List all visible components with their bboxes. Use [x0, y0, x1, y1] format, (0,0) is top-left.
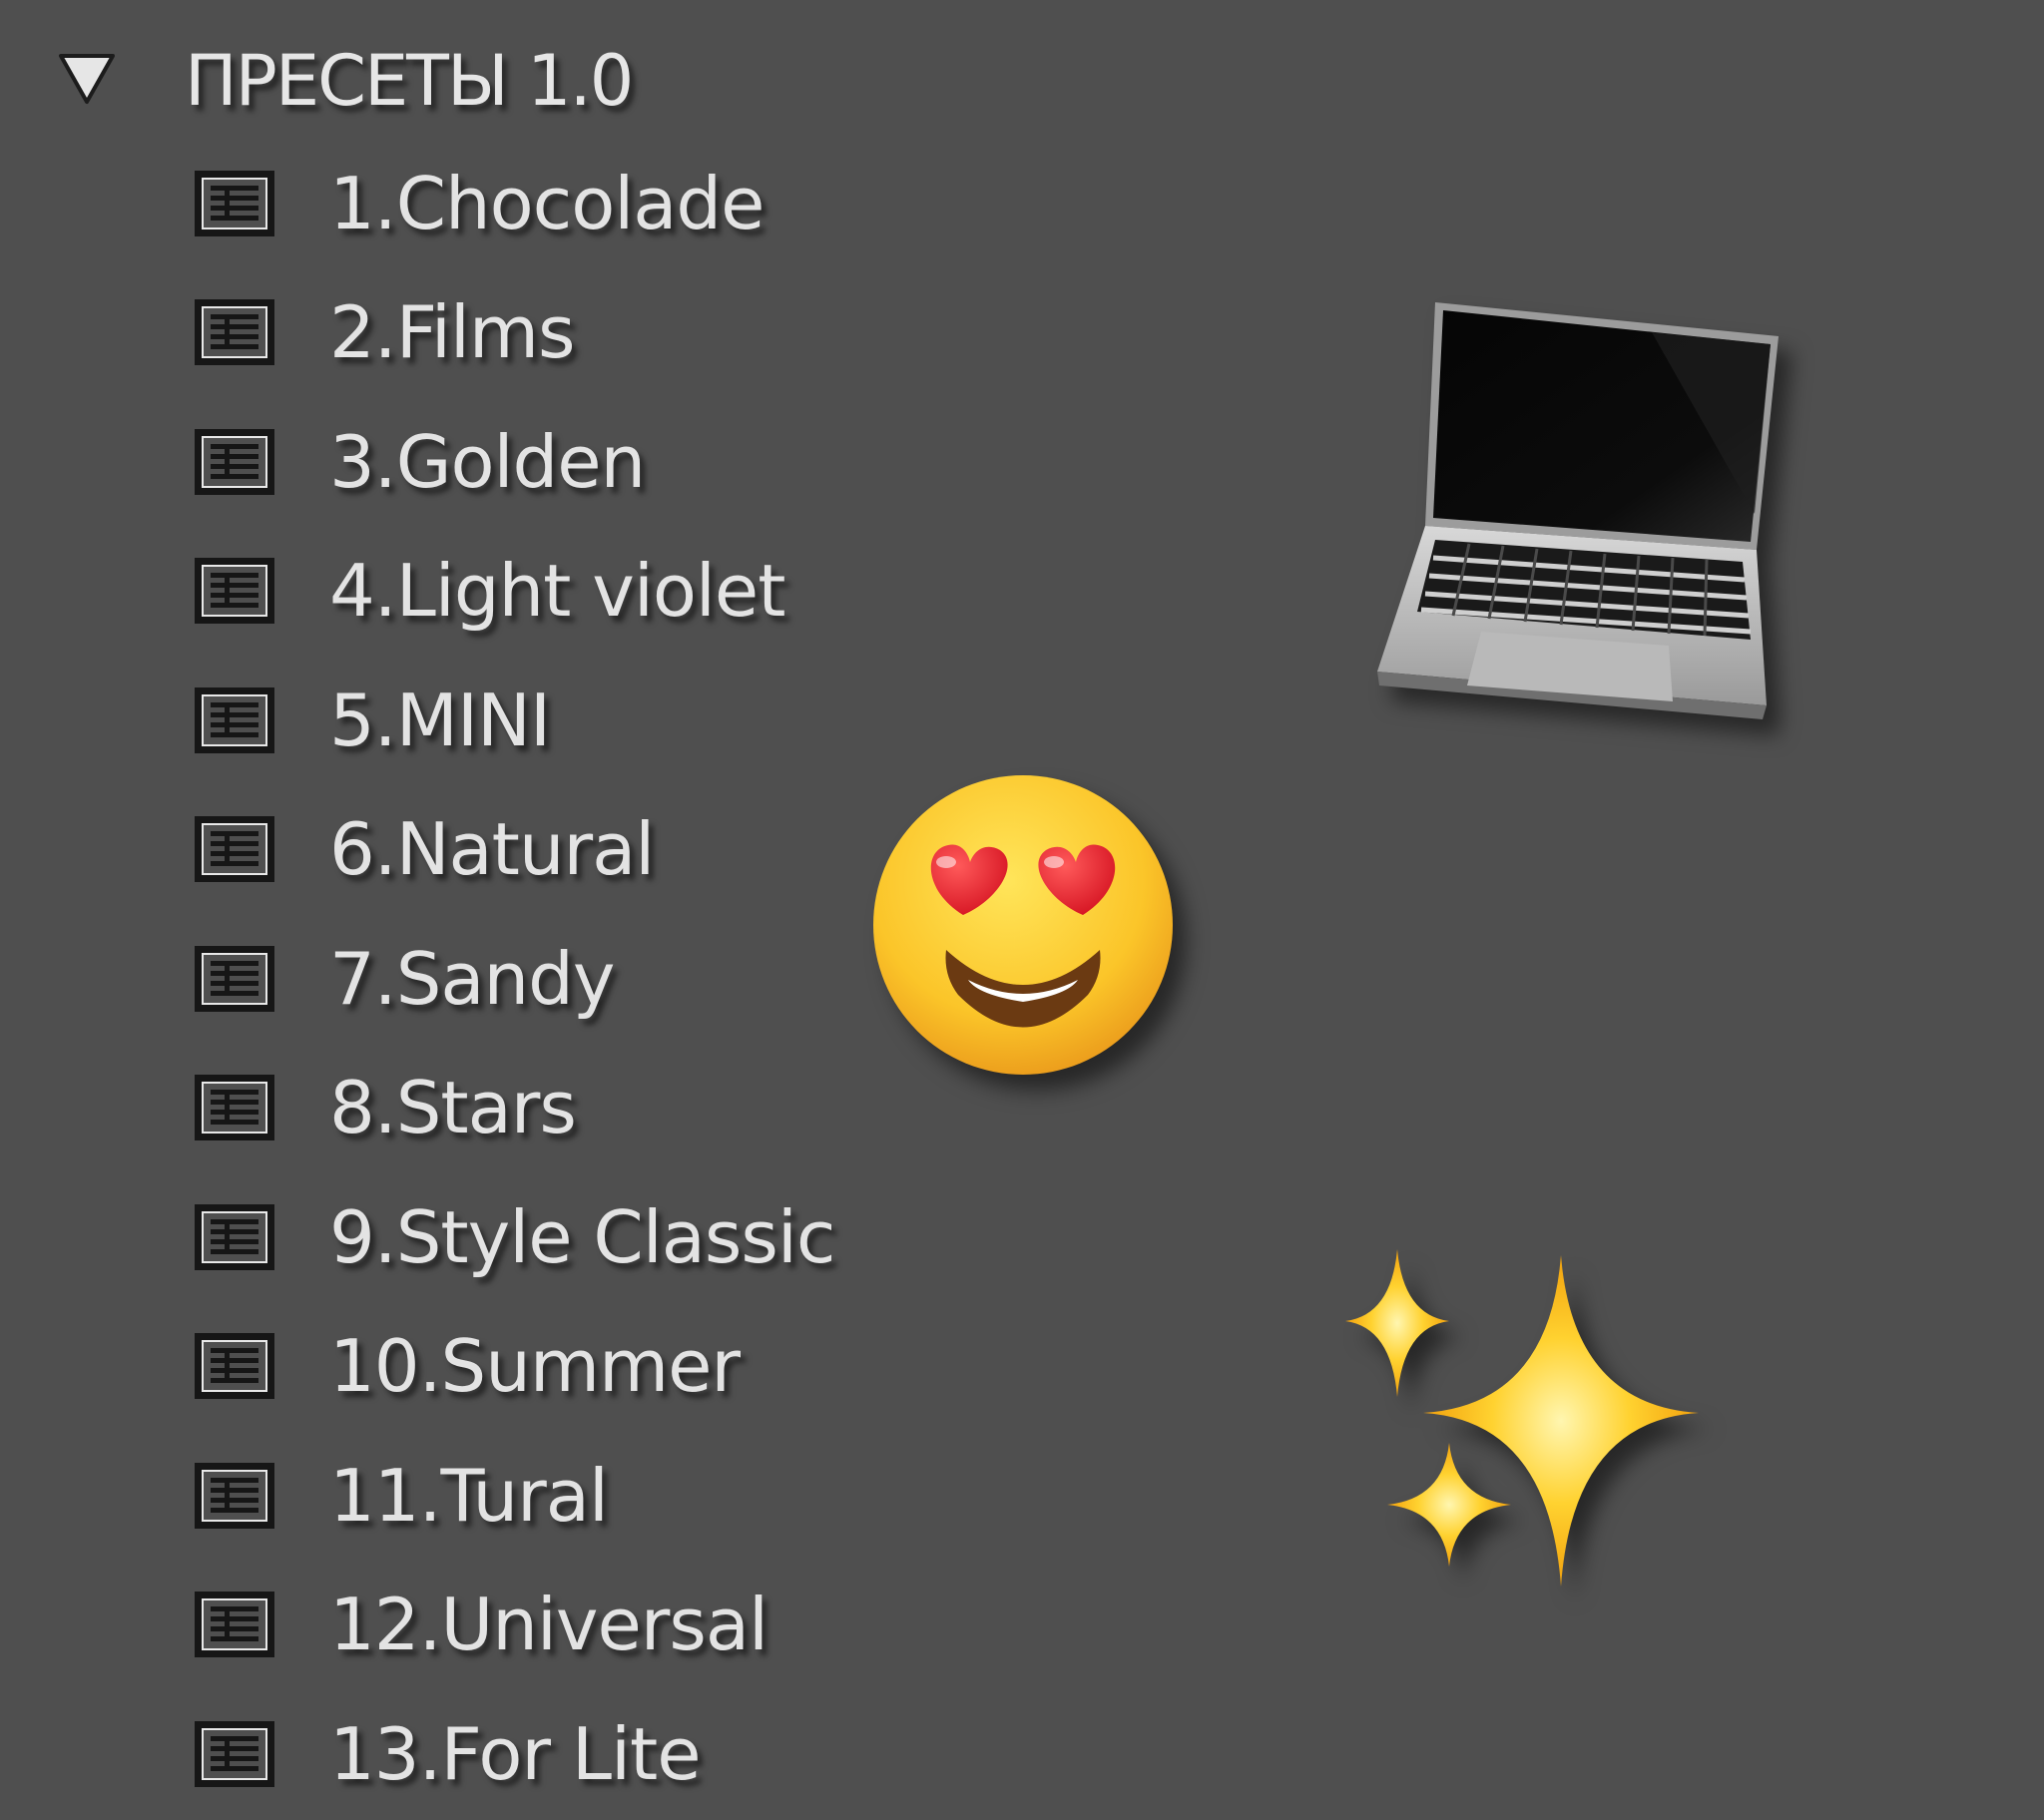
preset-list-icon: [195, 1333, 274, 1399]
preset-label: 12.Universal: [329, 1583, 768, 1666]
preset-list-icon: [195, 1075, 274, 1140]
preset-label: 13.For Lite: [329, 1712, 702, 1796]
preset-list-icon: [195, 558, 274, 624]
preset-list-icon: [195, 429, 274, 495]
preset-item[interactable]: 6.Natural: [195, 792, 893, 902]
preset-label: 9.Style Classic: [329, 1195, 835, 1279]
preset-item[interactable]: 4.Light violet: [195, 534, 893, 644]
sparkles-icon: [1345, 1249, 1699, 1587]
preset-list-icon: [195, 1204, 274, 1270]
preset-label: 1.Chocolade: [329, 162, 765, 245]
preset-list-icon: [195, 1721, 274, 1787]
preset-list-icon: [195, 687, 274, 753]
lightroom-presets-panel: ПРЕСЕТЫ 1.0 1.Chocolade 2.Films 3.Golden…: [0, 0, 2044, 1820]
preset-list-icon: [195, 299, 274, 365]
preset-list-icon: [195, 946, 274, 1012]
preset-label: 7.Sandy: [329, 937, 615, 1021]
preset-list-icon: [195, 1592, 274, 1657]
preset-item[interactable]: 1.Chocolade: [195, 147, 893, 256]
preset-label: 11.Tural: [329, 1454, 609, 1538]
preset-item[interactable]: 3.Golden: [195, 405, 893, 515]
preset-item[interactable]: 8.Stars: [195, 1051, 893, 1160]
preset-list-icon: [195, 816, 274, 882]
preset-label: 2.Films: [329, 290, 576, 374]
preset-list-icon: [195, 1463, 274, 1529]
preset-item[interactable]: 2.Films: [195, 275, 893, 385]
preset-label: 4.Light violet: [329, 549, 785, 633]
preset-item[interactable]: 11.Tural: [195, 1439, 893, 1549]
preset-list: 1.Chocolade 2.Films 3.Golden 4.Light vio…: [0, 0, 898, 1820]
preset-item[interactable]: 10.Summer: [195, 1309, 893, 1419]
preset-label: 6.Natural: [329, 807, 655, 891]
preset-label: 10.Summer: [329, 1324, 741, 1408]
preset-label: 8.Stars: [329, 1066, 577, 1149]
preset-item[interactable]: 5.MINI: [195, 664, 893, 773]
preset-list-icon: [195, 171, 274, 236]
laptop-icon: [1377, 302, 1779, 719]
preset-item[interactable]: 7.Sandy: [195, 922, 893, 1032]
heart-eyes-emoji-icon: [873, 775, 1173, 1075]
preset-item[interactable]: 13.For Lite: [195, 1697, 893, 1807]
preset-item[interactable]: 12.Universal: [195, 1568, 893, 1677]
preset-label: 5.MINI: [329, 679, 551, 762]
preset-label: 3.Golden: [329, 420, 646, 504]
preset-item[interactable]: 9.Style Classic: [195, 1180, 893, 1290]
